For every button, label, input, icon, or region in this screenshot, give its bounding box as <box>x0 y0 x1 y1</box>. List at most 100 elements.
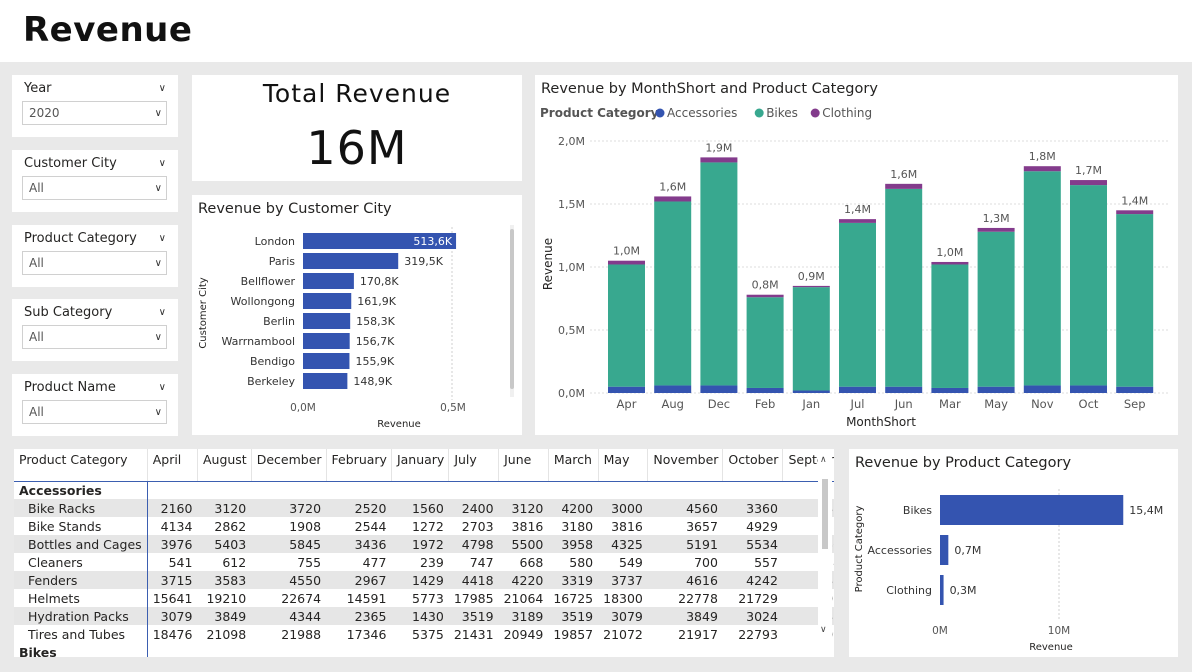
month-bar-segment[interactable] <box>608 260 645 265</box>
month-bar-segment[interactable] <box>839 219 876 223</box>
legend-label[interactable]: Clothing <box>822 106 872 120</box>
month-bar-segment[interactable] <box>977 231 1015 387</box>
slicer-customer-city-dropdown[interactable]: All ∨ <box>22 176 167 200</box>
month-bar-segment[interactable] <box>654 385 692 393</box>
matrix-scroll-thumb[interactable] <box>822 479 828 549</box>
matrix-column-header[interactable]: April <box>147 449 198 482</box>
category-bar[interactable] <box>940 575 944 605</box>
matrix-row[interactable]: Hydration Packs 3079 3849 4344 2365 1430 3519 3… <box>14 607 834 625</box>
legend-marker[interactable] <box>810 108 820 118</box>
city-bar[interactable] <box>303 373 348 389</box>
matrix-column-header[interactable]: January <box>391 449 450 482</box>
slicer-product-name[interactable]: Product Name ∨ All ∨ <box>12 374 178 436</box>
product-matrix[interactable]: Product Category April August December F… <box>14 449 834 657</box>
matrix-row[interactable]: Bike Stands 4134 2862 1908 2544 1272 2703 3816 3… <box>14 517 834 535</box>
matrix-scrollbar[interactable]: ∧ ∨ <box>818 453 832 657</box>
month-bar-segment[interactable] <box>792 287 830 391</box>
matrix-row[interactable]: Helmets 15641 19210 22674 14591 5773 17985 2106… <box>14 589 834 607</box>
matrix-row[interactable]: Cleaners 541 612 755 477 239 747 668 580 549 700 55… <box>14 553 834 571</box>
month-bar-segment[interactable] <box>931 264 969 388</box>
chevron-down-icon[interactable]: ∨ <box>159 382 166 393</box>
legend-label[interactable]: Accessories <box>667 106 737 120</box>
slicer-product-category[interactable]: Product Category ∨ All ∨ <box>12 225 178 287</box>
month-bar-segment[interactable] <box>746 297 784 388</box>
month-bar-segment[interactable] <box>654 196 692 202</box>
city-bar[interactable] <box>303 313 351 329</box>
month-bar-segment[interactable] <box>792 285 830 288</box>
scroll-up-icon[interactable]: ∧ <box>820 455 827 465</box>
matrix-row[interactable]: Bike Racks 2160 3120 3720 2520 1560 2400 3120 42… <box>14 499 834 517</box>
month-bar-segment[interactable] <box>746 387 784 393</box>
matrix-group-label[interactable]: Accessories <box>14 481 148 499</box>
matrix-column-header[interactable]: August <box>197 449 252 482</box>
slicer-product-name-dropdown[interactable]: All ∨ <box>22 400 167 424</box>
legend-marker[interactable] <box>655 108 665 118</box>
city-bar[interactable] <box>303 353 350 369</box>
month-chart[interactable]: Product Category Accessories Bikes Clothin… <box>535 75 1178 435</box>
month-bar-segment[interactable] <box>977 227 1015 232</box>
month-bar-segment[interactable] <box>1070 185 1107 386</box>
matrix-column-header[interactable]: December <box>251 449 327 482</box>
matrix-column-header[interactable]: October <box>722 449 784 482</box>
slicer-customer-city[interactable]: Customer City ∨ All ∨ <box>12 150 178 212</box>
month-bar-segment[interactable] <box>839 386 876 393</box>
chevron-down-icon[interactable]: ∨ <box>159 307 166 318</box>
month-bar-segment[interactable] <box>654 201 692 386</box>
month-bar-segment[interactable] <box>977 386 1015 393</box>
chevron-down-icon[interactable]: ∨ <box>159 158 166 169</box>
month-chart-card[interactable]: Revenue by MonthShort and Product Catego… <box>535 75 1178 435</box>
month-bar-segment[interactable] <box>746 294 784 298</box>
category-chart-card[interactable]: Revenue by Product Category Bikes 15,4M Ac… <box>849 449 1178 657</box>
month-bar-segment[interactable] <box>1023 171 1061 386</box>
matrix-column-header[interactable]: July <box>448 449 500 482</box>
month-bar-segment[interactable] <box>1116 210 1154 215</box>
matrix-row[interactable]: Fenders 3715 3583 4550 2967 1429 4418 4220 3319 3… <box>14 571 834 589</box>
matrix-row[interactable]: Tires and Tubes 18476 21098 21988 17346 5375 2… <box>14 625 834 643</box>
scroll-down-icon[interactable]: ∨ <box>820 625 827 635</box>
matrix-group-label[interactable]: Bikes <box>14 643 148 657</box>
city-bar[interactable] <box>303 253 399 269</box>
matrix-column-header[interactable]: March <box>548 449 599 482</box>
month-bar-segment[interactable] <box>931 261 969 265</box>
month-bar-segment[interactable] <box>700 385 738 393</box>
matrix-row[interactable]: Bottles and Cages 3976 5403 5845 3436 1972 479… <box>14 535 834 553</box>
category-bar[interactable] <box>940 495 1124 525</box>
matrix-column-header[interactable]: June <box>498 449 549 482</box>
slicer-year[interactable]: Year ∨ 2020 ∨ <box>12 75 178 137</box>
city-scrollbar[interactable] <box>510 229 514 389</box>
category-bar[interactable] <box>940 535 949 565</box>
city-chart[interactable]: London 513,6K Paris 319,5K Bellflower 170,8K W… <box>192 195 522 435</box>
city-bar[interactable] <box>303 333 350 349</box>
month-bar-segment[interactable] <box>608 386 645 393</box>
chevron-down-icon[interactable]: ∨ <box>159 83 166 94</box>
month-bar-segment[interactable] <box>1070 385 1107 393</box>
matrix-column-header[interactable]: November <box>647 449 724 482</box>
chevron-down-icon[interactable]: ∨ <box>159 233 166 244</box>
slicer-sub-category[interactable]: Sub Category ∨ All ∨ <box>12 299 178 361</box>
slicer-product-category-dropdown[interactable]: All ∨ <box>22 251 167 275</box>
slicer-sub-category-dropdown[interactable]: All ∨ <box>22 325 167 349</box>
matrix-group-row[interactable]: Accessories <box>14 481 834 499</box>
city-chart-card[interactable]: Revenue by Customer City London 513,6K Par… <box>192 195 522 435</box>
month-bar-segment[interactable] <box>885 188 923 387</box>
month-bar-segment[interactable] <box>1070 180 1107 186</box>
month-bar-segment[interactable] <box>839 222 876 387</box>
matrix-column-header[interactable]: May <box>598 449 649 482</box>
month-bar-segment[interactable] <box>1116 386 1154 393</box>
month-bar-segment[interactable] <box>1116 214 1154 387</box>
month-bar-segment[interactable] <box>885 183 923 189</box>
category-chart[interactable]: Bikes 15,4M Accessories 0,7M Clothing 0,3M 0M… <box>849 449 1178 657</box>
month-bar-segment[interactable] <box>608 264 645 387</box>
month-bar-segment[interactable] <box>931 387 969 393</box>
month-bar-segment[interactable] <box>885 386 923 393</box>
matrix-column-header[interactable]: February <box>326 449 392 482</box>
legend-marker[interactable] <box>754 108 764 118</box>
matrix-group-row[interactable]: Bikes <box>14 643 834 657</box>
city-bar[interactable] <box>303 293 352 309</box>
month-bar-segment[interactable] <box>1023 385 1061 393</box>
slicer-year-dropdown[interactable]: 2020 ∨ <box>22 101 167 125</box>
matrix-corner-header[interactable]: Product Category <box>14 449 148 482</box>
kpi-card-total-revenue[interactable]: Total Revenue 16M <box>192 75 522 181</box>
month-bar-segment[interactable] <box>792 390 830 393</box>
city-bar[interactable] <box>303 273 354 289</box>
